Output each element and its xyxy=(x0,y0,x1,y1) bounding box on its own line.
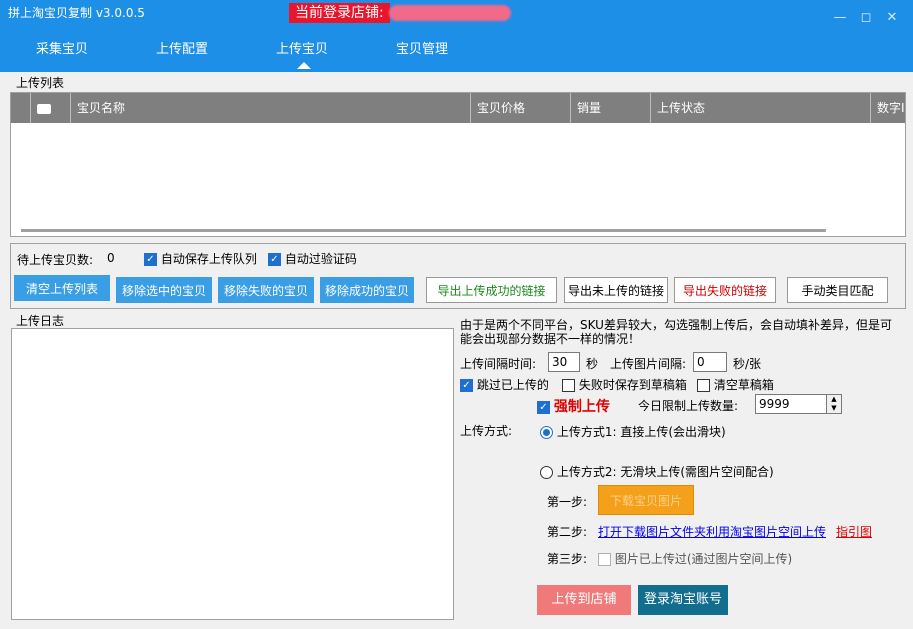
radio-selected-icon xyxy=(540,426,553,439)
remove-success-button[interactable]: 移除成功的宝贝 xyxy=(320,277,414,303)
step3-label: 第三步: xyxy=(547,552,588,566)
skip-uploaded-checkbox[interactable]: ✓ 跳过已上传的 xyxy=(460,376,549,393)
daily-limit-label: 今日限制上传数量: xyxy=(638,399,739,413)
tab-upload-items[interactable]: 上传宝贝 xyxy=(276,38,328,57)
guide-image-link[interactable]: 指引图 xyxy=(836,523,872,540)
image-interval-label: 上传图片间隔: xyxy=(610,357,687,371)
radio-unselected-icon xyxy=(540,466,553,479)
skip-uploaded-label: 跳过已上传的 xyxy=(476,378,549,392)
col-item-price[interactable]: 宝贝价格 xyxy=(471,93,571,123)
auto-save-queue-checkbox[interactable]: ✓ 自动保存上传队列 xyxy=(144,250,257,267)
manual-category-match-button[interactable]: 手动类目匹配 xyxy=(787,277,888,303)
step1-label: 第一步: xyxy=(547,495,588,509)
auto-captcha-label: 自动过验证码 xyxy=(284,252,357,266)
col-sales[interactable]: 销量 xyxy=(571,93,651,123)
clear-drafts-label: 清空草稿箱 xyxy=(713,378,774,392)
pending-count-label: 待上传宝贝数: xyxy=(17,253,94,267)
daily-limit-spinner[interactable]: ▲ ▼ xyxy=(826,394,842,414)
scrollbar-thumb[interactable] xyxy=(21,229,826,232)
auto-captcha-checkbox[interactable]: ✓ 自动过验证码 xyxy=(268,250,357,267)
maximize-icon[interactable]: ◻ xyxy=(858,10,874,26)
upload-list-grid[interactable]: 宝贝名称 宝贝价格 销量 上传状态 数字I xyxy=(10,92,906,237)
open-download-folder-link[interactable]: 打开下载图片文件夹利用淘宝图片空间上传 xyxy=(598,523,826,540)
interval-label: 上传间隔时间: xyxy=(460,357,537,371)
force-upload-label: 强制上传 xyxy=(553,399,610,415)
login-taobao-button[interactable]: 登录淘宝账号 xyxy=(638,585,728,615)
title-bar: 拼上淘宝贝复制 v3.0.0.5 当前登录店铺: — ◻ ✕ 采集宝贝 上传配置… xyxy=(0,0,913,72)
horizontal-scrollbar[interactable] xyxy=(11,225,905,236)
upload-mode-label: 上传方式: xyxy=(460,424,513,438)
force-upload-note: 由于是两个不同平台，SKU差异较大，勾选强制上传后，会自动填补差异，但是可能会出… xyxy=(460,318,892,346)
pending-count-value: 0 xyxy=(107,251,115,265)
export-success-links-button[interactable]: 导出上传成功的链接 xyxy=(426,277,557,303)
image-interval-unit: 秒/张 xyxy=(733,357,762,371)
tab-upload-config[interactable]: 上传配置 xyxy=(156,38,208,57)
upload-list-title: 上传列表 xyxy=(14,74,67,91)
col-upload-status[interactable]: 上传状态 xyxy=(651,93,871,123)
images-uploaded-checkbox[interactable]: 图片已上传过(通过图片空间上传) xyxy=(598,550,792,567)
images-uploaded-label: 图片已上传过(通过图片空间上传) xyxy=(614,552,793,566)
remove-failed-button[interactable]: 移除失败的宝贝 xyxy=(218,277,314,303)
clear-upload-list-button[interactable]: 清空上传列表 xyxy=(14,275,110,301)
save-draft-on-fail-label: 失败时保存到草稿箱 xyxy=(578,378,687,392)
row-header-cell xyxy=(11,93,31,123)
checkbox-checked-icon: ✓ xyxy=(460,379,473,392)
step2-label: 第二步: xyxy=(547,525,588,539)
upload-mode-1-radio[interactable]: 上传方式1: 直接上传(会出滑块) xyxy=(540,423,726,440)
save-draft-on-fail-checkbox[interactable]: 失败时保存到草稿箱 xyxy=(562,376,687,393)
image-interval-input[interactable]: 0 xyxy=(693,352,727,372)
auto-save-queue-label: 自动保存上传队列 xyxy=(160,252,257,266)
export-failed-links-button[interactable]: 导出失败的链接 xyxy=(674,277,776,303)
minimize-icon[interactable]: — xyxy=(832,10,848,26)
force-upload-checkbox[interactable]: ✓ 强制上传 xyxy=(537,396,610,416)
interval-input[interactable]: 30 xyxy=(548,352,580,372)
daily-limit-input[interactable]: 9999 xyxy=(755,394,827,414)
grid-header: 宝贝名称 宝贝价格 销量 上传状态 数字I xyxy=(11,93,905,123)
clear-drafts-checkbox[interactable]: 清空草稿箱 xyxy=(697,376,774,393)
upload-mode-2-radio[interactable]: 上传方式2: 无滑块上传(需图片空间配合) xyxy=(540,463,774,480)
checkbox-checked-icon: ✓ xyxy=(144,253,157,266)
remove-selected-button[interactable]: 移除选中的宝贝 xyxy=(116,277,212,303)
col-item-name[interactable]: 宝贝名称 xyxy=(71,93,471,123)
upload-log-title: 上传日志 xyxy=(14,312,67,329)
close-icon[interactable]: ✕ xyxy=(884,10,900,26)
upload-to-store-button[interactable]: 上传到店铺 xyxy=(537,585,631,615)
tab-collect[interactable]: 采集宝贝 xyxy=(36,38,88,57)
app-title: 拼上淘宝贝复制 v3.0.0.5 xyxy=(8,6,145,20)
checkbox-unchecked-icon xyxy=(562,379,575,392)
col-digital-id[interactable]: 数字I xyxy=(871,93,907,123)
upload-mode-2-label: 上传方式2: 无滑块上传(需图片空间配合) xyxy=(556,465,774,479)
upload-mode-1-label: 上传方式1: 直接上传(会出滑块) xyxy=(556,425,726,439)
current-store-label: 当前登录店铺: xyxy=(289,3,390,23)
select-all-checkbox[interactable] xyxy=(31,93,71,123)
download-item-images-button[interactable]: 下载宝贝图片 xyxy=(598,485,694,515)
checkbox-checked-icon: ✓ xyxy=(537,401,550,414)
interval-unit: 秒 xyxy=(586,357,599,371)
checkbox-unchecked-icon xyxy=(697,379,710,392)
active-tab-indicator xyxy=(297,62,311,69)
checkbox-checked-icon: ✓ xyxy=(268,253,281,266)
export-unuploaded-links-button[interactable]: 导出未上传的链接 xyxy=(564,277,668,303)
upload-log-textarea[interactable] xyxy=(11,328,454,620)
tab-item-management[interactable]: 宝贝管理 xyxy=(396,38,448,57)
checkbox-disabled-icon xyxy=(598,553,611,566)
store-name-redacted xyxy=(389,5,511,21)
